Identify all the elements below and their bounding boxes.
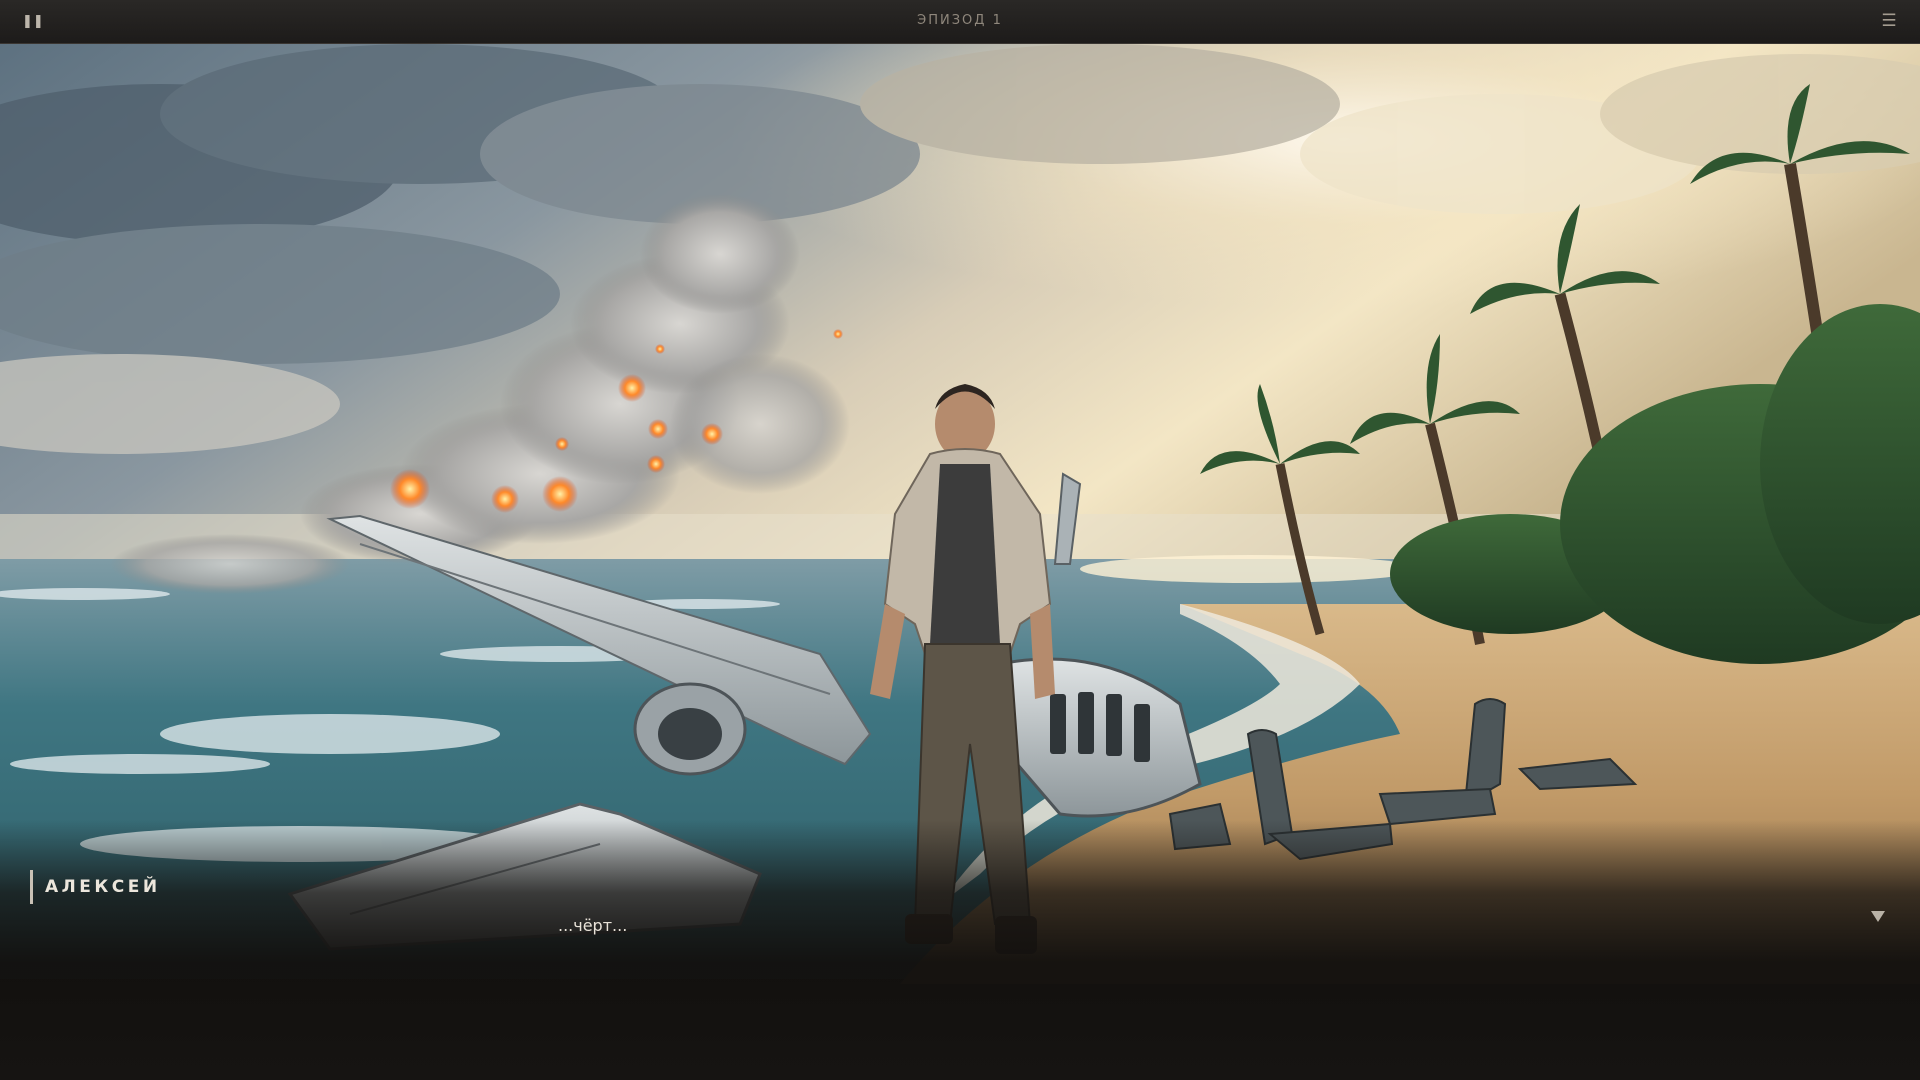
top-bar: ❚❚ ЭПИЗОД 1 ☰: [0, 0, 1920, 44]
triangle-down-icon[interactable]: [1871, 911, 1885, 922]
dialogue-text: ...чёрт...: [558, 916, 628, 935]
speaker-nameplate: АЛЕКСЕЙ: [30, 870, 161, 904]
hamburger-menu-icon[interactable]: ☰: [1878, 10, 1900, 32]
dialogue-panel[interactable]: [0, 820, 1920, 1080]
episode-title: ЭПИЗОД 1: [917, 13, 1003, 28]
speaker-name: АЛЕКСЕЙ: [45, 877, 161, 897]
game-screen[interactable]: ❚❚ ЭПИЗОД 1 ☰ АЛЕКСЕЙ ...чёрт...: [0, 0, 1920, 1080]
